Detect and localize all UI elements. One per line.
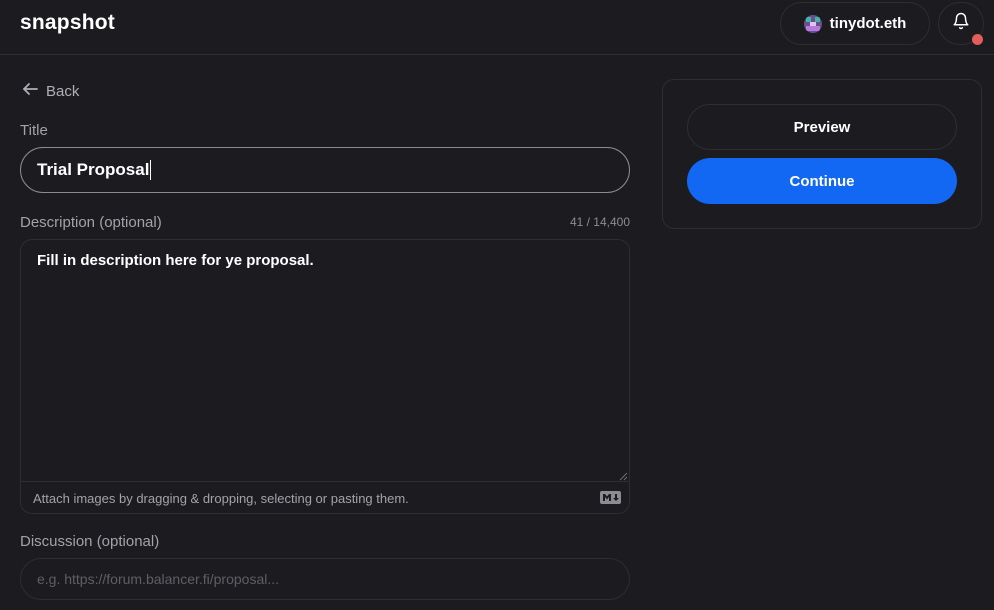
- discussion-placeholder: e.g. https://forum.balancer.fi/proposal.…: [37, 571, 280, 587]
- attach-images-bar[interactable]: Attach images by dragging & dropping, se…: [21, 481, 629, 513]
- description-textarea[interactable]: Fill in description here for ye proposal…: [20, 239, 630, 514]
- arrow-left-icon: [22, 82, 38, 100]
- attach-hint: Attach images by dragging & dropping, se…: [33, 490, 409, 506]
- account-button[interactable]: tinydot.eth: [780, 2, 930, 45]
- account-name: tinydot.eth: [829, 15, 907, 32]
- description-value: Fill in description here for ye proposal…: [37, 252, 314, 269]
- notification-dot: [972, 34, 983, 45]
- back-link[interactable]: Back: [22, 81, 79, 101]
- bell-icon: [952, 12, 970, 35]
- title-label: Title: [20, 122, 48, 139]
- continue-button[interactable]: Continue: [687, 158, 957, 204]
- description-label: Description (optional): [20, 214, 162, 231]
- markdown-icon: [600, 491, 621, 507]
- text-caret: [150, 160, 152, 180]
- resize-handle-icon[interactable]: [618, 468, 628, 481]
- back-label: Back: [46, 82, 80, 100]
- discussion-input[interactable]: e.g. https://forum.balancer.fi/proposal.…: [20, 558, 630, 600]
- avatar-icon: [803, 14, 822, 33]
- top-header: snapshot tinydot.eth: [0, 0, 994, 55]
- title-value: Trial Proposal: [37, 160, 150, 179]
- title-input[interactable]: Trial Proposal: [20, 147, 630, 193]
- preview-button[interactable]: Preview: [687, 104, 957, 150]
- actions-card: Preview Continue: [662, 79, 982, 229]
- snapshot-logo[interactable]: snapshot: [20, 11, 115, 35]
- discussion-label: Discussion (optional): [20, 533, 160, 550]
- description-counter: 41 / 14,400: [569, 215, 630, 229]
